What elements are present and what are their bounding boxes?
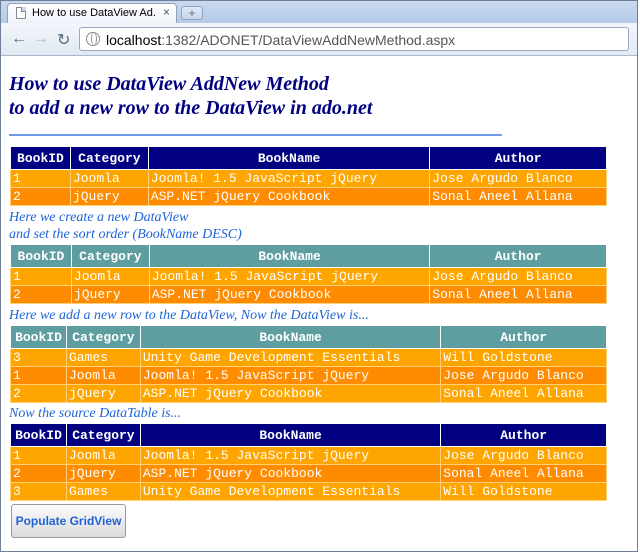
column-header-bookid: BookID — [10, 146, 71, 170]
table-cell: Jose Argudo Blanco — [429, 169, 607, 188]
table-cell: Joomla! 1.5 JavaScript jQuery — [139, 446, 442, 465]
table-row: 3 Games Unity Game Development Essentials W… — [10, 482, 607, 501]
table-row: 1 Joomla Joomla! 1.5 JavaScript jQuery Jose… — [10, 169, 607, 188]
table-cell: Joomla — [65, 446, 141, 465]
table-row: 1 Joomla Joomla! 1.5 JavaScript jQuery Jose… — [10, 366, 607, 385]
column-header-category: Category — [69, 146, 149, 170]
table-row: 1 Joomla Joomla! 1.5 JavaScript jQuery Jose… — [10, 446, 607, 465]
table-row: 2 jQuery ASP.NET jQuery Cookbook Sonal Anee… — [10, 384, 607, 403]
table-cell: Sonal Aneel Allana — [429, 285, 607, 304]
table-cell: 1 — [10, 366, 67, 385]
table-cell: ASP.NET jQuery Cookbook — [147, 187, 431, 206]
reload-icon[interactable]: ↻ — [57, 30, 70, 50]
address-toolbar: ← → ↻ localhost:1382/ADONET/DataViewAddN… — [1, 23, 637, 56]
column-header-bookname: BookName — [147, 146, 431, 170]
table-cell: 3 — [10, 348, 67, 367]
table-cell: Will Goldstone — [440, 348, 607, 367]
table-row: 2 jQuery ASP.NET jQuery Cookbook Sonal Anee… — [10, 187, 607, 206]
table-cell: Unity Game Development Essentials — [139, 348, 442, 367]
column-header-category: Category — [65, 423, 141, 447]
column-header-author: Author — [429, 146, 607, 170]
table-cell: 2 — [10, 464, 67, 483]
gridview-sorted-dataview: BookID Category BookName Author 1 Joomla Jooml… — [10, 244, 607, 304]
tab-strip: How to use DataView Ad... × + — [1, 1, 637, 23]
gridview-original: BookID Category BookName Author 1 Joomla Jooml… — [10, 146, 607, 206]
table-cell: 1 — [10, 267, 72, 286]
new-tab-button[interactable]: + — [181, 6, 203, 20]
column-header-category: Category — [70, 244, 150, 268]
table-row: 1 Joomla Joomla! 1.5 JavaScript jQuery Jose… — [10, 267, 607, 286]
column-header-bookid: BookID — [10, 423, 67, 447]
table-row: 2 jQuery ASP.NET jQuery Cookbook Sonal Anee… — [10, 464, 607, 483]
table-cell: Sonal Aneel Allana — [440, 384, 607, 403]
column-header-bookid: BookID — [10, 325, 67, 349]
gridview-dataview-after-add: BookID Category BookName Author 3 Games Unity … — [10, 325, 607, 403]
table-cell: Jose Argudo Blanco — [440, 366, 607, 385]
forward-arrow-icon[interactable]: → — [33, 30, 49, 48]
table-cell: Sonal Aneel Allana — [429, 187, 607, 206]
column-header-author: Author — [440, 325, 607, 349]
back-arrow-icon[interactable]: ← — [11, 30, 27, 48]
column-header-author: Author — [429, 244, 607, 268]
table-cell: jQuery — [70, 285, 150, 304]
column-header-bookname: BookName — [139, 325, 442, 349]
column-header-bookid: BookID — [10, 244, 72, 268]
column-header-category: Category — [65, 325, 141, 349]
table-cell: Joomla! 1.5 JavaScript jQuery — [139, 366, 442, 385]
table-row: 3 Games Unity Game Development Essentials W… — [10, 348, 607, 367]
note-source-datatable: Now the source DataTable is... — [9, 406, 182, 421]
table-cell: jQuery — [65, 384, 141, 403]
gridview-source-datatable: BookID Category BookName Author 1 Joomla Jooml… — [10, 423, 607, 501]
table-row: 2 jQuery ASP.NET jQuery Cookbook Sonal Anee… — [10, 285, 607, 304]
page-title: How to use DataView AddNew Method to add … — [9, 72, 372, 120]
table-cell: 2 — [10, 384, 67, 403]
table-cell: ASP.NET jQuery Cookbook — [148, 285, 431, 304]
page-content: How to use DataView AddNew Method to add … — [1, 56, 637, 551]
table-cell: Sonal Aneel Allana — [440, 464, 607, 483]
note1-line2: and set the sort order (BookName DESC) — [9, 227, 242, 242]
url-text: localhost:1382/ADONET/DataViewAddNewMeth… — [106, 32, 455, 48]
note1-line1: Here we create a new DataView — [9, 210, 189, 225]
column-header-bookname: BookName — [139, 423, 442, 447]
url-path: :1382/ADONET/DataViewAddNewMethod.aspx — [161, 32, 456, 48]
table-cell: Jose Argudo Blanco — [440, 446, 607, 465]
note-create-dataview: Here we create a new DataView and set the… — [9, 209, 242, 243]
table-cell: Jose Argudo Blanco — [429, 267, 607, 286]
table-cell: Joomla — [65, 366, 141, 385]
column-header-bookname: BookName — [148, 244, 431, 268]
table-cell: Joomla — [70, 267, 150, 286]
note-add-new-row: Here we add a new row to the DataView, N… — [9, 308, 369, 323]
column-header-author: Author — [440, 423, 607, 447]
table-cell: 1 — [10, 169, 71, 188]
page-title-line2: to add a new row to the DataView in ado.… — [9, 97, 373, 119]
table-cell: Games — [65, 482, 141, 501]
title-divider — [9, 134, 502, 136]
table-cell: jQuery — [69, 187, 149, 206]
table-cell: Joomla! 1.5 JavaScript jQuery — [148, 267, 431, 286]
table-cell: Games — [65, 348, 141, 367]
table-cell: 2 — [10, 187, 71, 206]
table-cell: ASP.NET jQuery Cookbook — [139, 464, 442, 483]
table-cell: 1 — [10, 446, 67, 465]
browser-window: How to use DataView Ad... × + ← → ↻ loca… — [0, 0, 638, 552]
address-bar[interactable]: localhost:1382/ADONET/DataViewAddNewMeth… — [79, 27, 629, 51]
url-host: localhost — [106, 32, 162, 48]
table-cell: 3 — [10, 482, 67, 501]
table-cell: jQuery — [65, 464, 141, 483]
page-title-line1: How to use DataView AddNew Method — [9, 73, 329, 95]
page-icon — [16, 7, 26, 19]
table-cell: Joomla — [69, 169, 149, 188]
table-cell: ASP.NET jQuery Cookbook — [139, 384, 442, 403]
table-cell: Will Goldstone — [440, 482, 607, 501]
close-tab-icon[interactable]: × — [163, 5, 170, 19]
tab-title: How to use DataView Ad... — [32, 7, 156, 19]
populate-gridview-button[interactable]: Populate GridView — [11, 504, 126, 538]
table-cell: Joomla! 1.5 JavaScript jQuery — [147, 169, 431, 188]
table-cell: Unity Game Development Essentials — [139, 482, 442, 501]
globe-icon — [86, 32, 100, 46]
table-cell: 2 — [10, 285, 72, 304]
browser-tab[interactable]: How to use DataView Ad... × — [7, 3, 177, 23]
